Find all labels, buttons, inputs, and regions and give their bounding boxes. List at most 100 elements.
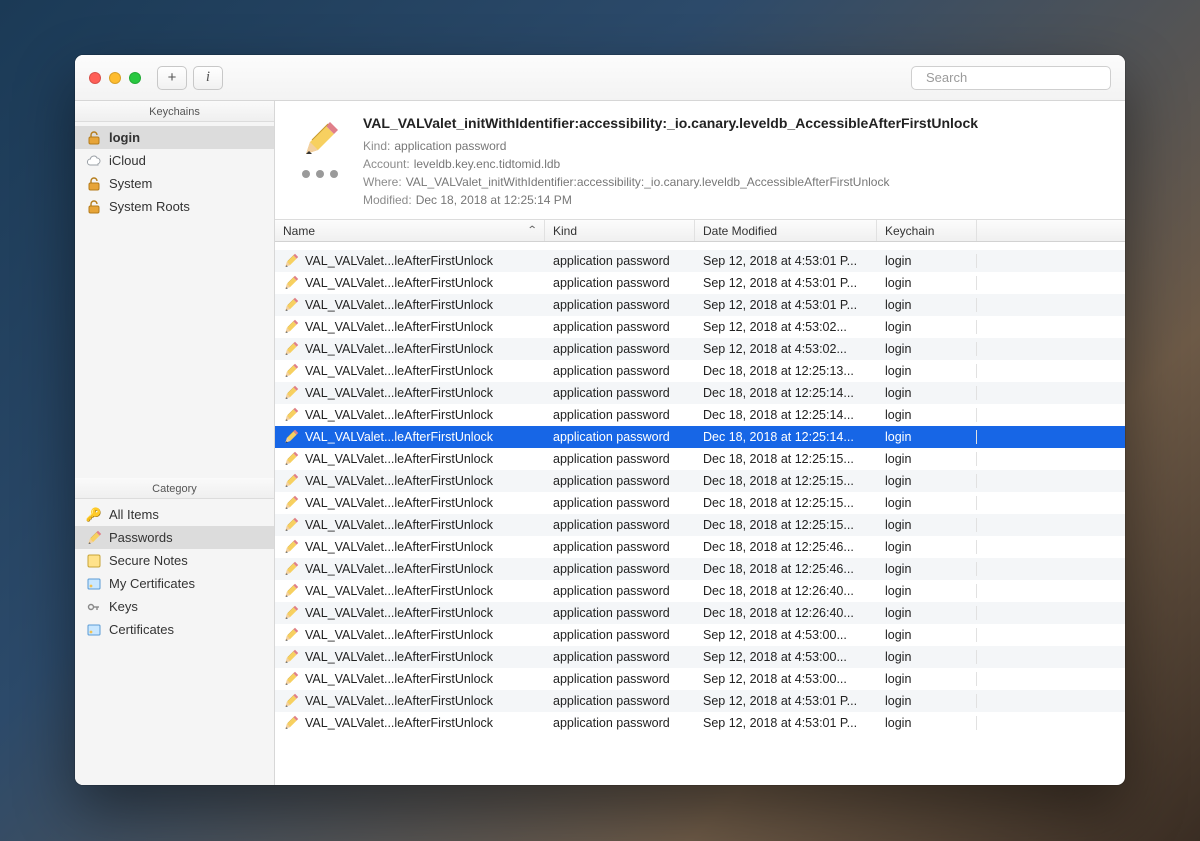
row-name: VAL_VALValet...leAfterFirstUnlock (305, 650, 493, 664)
table-row[interactable]: VAL_VALValet...leAfterFirstUnlockapplica… (275, 404, 1125, 426)
row-kind: application password (545, 562, 695, 576)
table-row[interactable]: VAL_VALValet...leAfterFirstUnlockapplica… (275, 294, 1125, 316)
search-input[interactable] (926, 70, 1102, 85)
row-date: Dec 18, 2018 at 12:25:15... (695, 518, 877, 532)
table-row[interactable]: VAL_VALValet...leAfterFirstUnlockapplica… (275, 382, 1125, 404)
table-row[interactable]: VAL_VALValet...leAfterFirstUnlock applica… (275, 426, 1125, 448)
titlebar: + i (75, 55, 1125, 101)
row-name: VAL_VALValet...leAfterFirstUnlock (305, 540, 493, 554)
detail-account-value: leveldb.key.enc.tidtomid.ldb (414, 157, 561, 171)
row-date: Dec 18, 2018 at 12:25:46... (695, 540, 877, 554)
sidebar-category-item[interactable]: Keys (75, 595, 274, 618)
table-header: Name Kind Date Modified Keychain (275, 220, 1125, 242)
table-row[interactable]: VAL_VALValet...leAfterFirstUnlockapplica… (275, 558, 1125, 580)
table-row[interactable]: VAL_VALValet...leAfterFirstUnlockapplica… (275, 624, 1125, 646)
table-row[interactable]: VAL_VALValet...leAfterFirstUnlockapplica… (275, 514, 1125, 536)
row-date: Sep 12, 2018 at 4:53:01 P... (695, 694, 877, 708)
search-field[interactable] (911, 66, 1111, 90)
pencil-icon (283, 627, 299, 643)
pencil-icon (283, 517, 299, 533)
table-row[interactable]: VAL_VALValet...leAfterFirstUnlockapplica… (275, 338, 1125, 360)
table-row[interactable]: VAL_VALValet...leAfterFirstUnlockapplica… (275, 690, 1125, 712)
sidebar-category-item[interactable]: 🔑All Items (75, 503, 274, 526)
row-keychain: login (877, 562, 977, 576)
table-row[interactable] (275, 242, 1125, 250)
row-keychain: login (877, 452, 977, 466)
table-body[interactable]: VAL_VALValet...leAfterFirstUnlockapplica… (275, 242, 1125, 785)
table-row[interactable]: VAL_VALValet...leAfterFirstUnlockapplica… (275, 272, 1125, 294)
sidebar-keychain-item[interactable]: login (75, 126, 274, 149)
pencil-icon (283, 605, 299, 621)
row-date: Dec 18, 2018 at 12:26:40... (695, 606, 877, 620)
row-kind: application password (545, 386, 695, 400)
table-row[interactable]: VAL_VALValet...leAfterFirstUnlockapplica… (275, 536, 1125, 558)
table-row[interactable]: VAL_VALValet...leAfterFirstUnlockapplica… (275, 448, 1125, 470)
table-row[interactable]: VAL_VALValet...leAfterFirstUnlockapplica… (275, 470, 1125, 492)
row-name: VAL_VALValet...leAfterFirstUnlock (305, 254, 493, 268)
main-pane: VAL_VALValet_initWithIdentifier:accessib… (275, 101, 1125, 785)
column-header-date[interactable]: Date Modified (695, 220, 877, 241)
row-keychain: login (877, 386, 977, 400)
sidebar-category-item[interactable]: My Certificates (75, 572, 274, 595)
row-kind: application password (545, 298, 695, 312)
sidebar-keychain-item[interactable]: System Roots (75, 195, 274, 218)
table-row[interactable]: VAL_VALValet...leAfterFirstUnlockapplica… (275, 602, 1125, 624)
pencil-icon (283, 561, 299, 577)
row-keychain: login (877, 606, 977, 620)
pencil-icon (283, 583, 299, 599)
row-date: Sep 12, 2018 at 4:53:01 P... (695, 716, 877, 730)
column-header-keychain[interactable]: Keychain (877, 220, 977, 241)
row-name: VAL_VALValet...leAfterFirstUnlock (305, 320, 493, 334)
keychains-list: loginiCloudSystemSystem Roots (75, 122, 274, 222)
detail-icon (289, 115, 351, 209)
row-name: VAL_VALValet...leAfterFirstUnlock (305, 430, 493, 444)
table-row[interactable]: VAL_VALValet...leAfterFirstUnlockapplica… (275, 316, 1125, 338)
row-keychain: login (877, 430, 977, 444)
sidebar-category-item[interactable]: Secure Notes (75, 549, 274, 572)
table-row[interactable]: VAL_VALValet...leAfterFirstUnlockapplica… (275, 360, 1125, 382)
row-keychain: login (877, 474, 977, 488)
row-kind: application password (545, 584, 695, 598)
toolbar-group: + i (157, 66, 223, 90)
row-name: VAL_VALValet...leAfterFirstUnlock (305, 694, 493, 708)
detail-header: VAL_VALValet_initWithIdentifier:accessib… (275, 101, 1125, 220)
pencil-icon (283, 385, 299, 401)
sidebar-keychain-item[interactable]: System (75, 172, 274, 195)
row-kind: application password (545, 276, 695, 290)
pencil-icon (283, 693, 299, 709)
row-date: Dec 18, 2018 at 12:25:46... (695, 562, 877, 576)
table-row[interactable]: VAL_VALValet...leAfterFirstUnlockapplica… (275, 492, 1125, 514)
close-window-button[interactable] (89, 72, 101, 84)
row-kind: application password (545, 430, 695, 444)
info-button[interactable]: i (193, 66, 223, 90)
row-keychain: login (877, 540, 977, 554)
row-keychain: login (877, 672, 977, 686)
table-row[interactable]: VAL_VALValet...leAfterFirstUnlockapplica… (275, 580, 1125, 602)
column-header-padding (977, 220, 1125, 241)
cert-icon (85, 622, 103, 638)
table-row[interactable]: VAL_VALValet...leAfterFirstUnlockapplica… (275, 668, 1125, 690)
sidebar-keychain-item[interactable]: iCloud (75, 149, 274, 172)
sidebar-category-item[interactable]: Passwords (75, 526, 274, 549)
row-date: Sep 12, 2018 at 4:53:01 P... (695, 254, 877, 268)
table-row[interactable]: VAL_VALValet...leAfterFirstUnlockapplica… (275, 646, 1125, 668)
pencil-icon (283, 473, 299, 489)
row-name: VAL_VALValet...leAfterFirstUnlock (305, 628, 493, 642)
column-header-name[interactable]: Name (275, 220, 545, 241)
detail-where-label: Where: (363, 175, 402, 189)
table-row[interactable]: VAL_VALValet...leAfterFirstUnlockapplica… (275, 712, 1125, 734)
column-header-kind[interactable]: Kind (545, 220, 695, 241)
detail-where-value: VAL_VALValet_initWithIdentifier:accessib… (406, 175, 890, 189)
table-row[interactable]: VAL_VALValet...leAfterFirstUnlockapplica… (275, 250, 1125, 272)
minimize-window-button[interactable] (109, 72, 121, 84)
sidebar-item-label: My Certificates (109, 576, 195, 591)
pencil-icon (283, 275, 299, 291)
add-item-button[interactable]: + (157, 66, 187, 90)
zoom-window-button[interactable] (129, 72, 141, 84)
row-date: Dec 18, 2018 at 12:25:14... (695, 430, 877, 444)
cloud-icon (85, 153, 103, 169)
row-name: VAL_VALValet...leAfterFirstUnlock (305, 496, 493, 510)
sidebar-category-item[interactable]: Certificates (75, 618, 274, 641)
window-controls (89, 72, 141, 84)
detail-account-label: Account: (363, 157, 410, 171)
